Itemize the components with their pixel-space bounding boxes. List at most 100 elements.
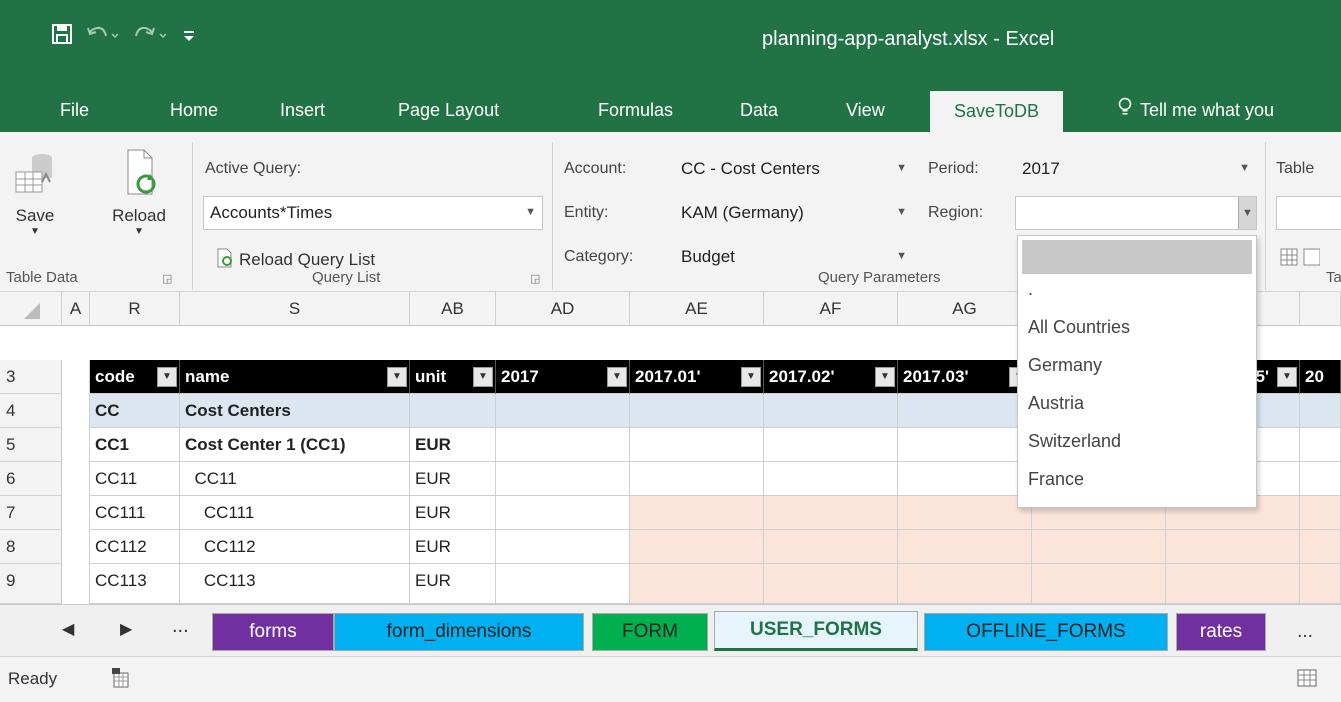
region-option-empty[interactable] xyxy=(1022,240,1252,274)
table-cell-code[interactable]: CC11 xyxy=(90,462,180,496)
save-button[interactable]: Save ▼ xyxy=(10,144,60,264)
input-cell[interactable] xyxy=(1032,530,1166,564)
input-cell[interactable] xyxy=(898,496,1032,530)
scroll-tabs-left-icon[interactable]: ◀ xyxy=(62,619,74,639)
table-header-cell[interactable]: unit ▼ xyxy=(410,360,496,394)
scroll-tabs-right-icon[interactable]: ▶ xyxy=(120,619,132,639)
table-cell[interactable] xyxy=(630,428,764,462)
table-cell-unit[interactable]: EUR xyxy=(410,428,496,462)
input-cell[interactable] xyxy=(898,530,1032,564)
region-option-dot[interactable]: . xyxy=(1018,278,1256,308)
normal-view-icon[interactable] xyxy=(1296,667,1318,694)
input-cell[interactable] xyxy=(630,530,764,564)
tab-insert[interactable]: Insert xyxy=(280,88,325,132)
sheet-tab-form-dimensions[interactable]: form_dimensions xyxy=(334,613,584,651)
customize-qat-icon[interactable] xyxy=(182,24,196,44)
column-header-r[interactable]: R xyxy=(90,292,180,326)
table-header-cell[interactable]: 20 xyxy=(1300,360,1341,394)
more-sheets-left[interactable]: ... xyxy=(172,615,189,638)
row-header-8[interactable]: 8 xyxy=(0,530,62,564)
filter-dropdown-icon[interactable]: ▼ xyxy=(741,367,761,387)
table-cell-name[interactable]: CC112 xyxy=(180,530,410,564)
table-cell[interactable] xyxy=(630,394,764,428)
tab-formulas[interactable]: Formulas xyxy=(598,88,673,132)
region-option-all-countries[interactable]: All Countries xyxy=(1018,308,1256,346)
region-option-germany[interactable]: Germany xyxy=(1018,346,1256,384)
input-cell[interactable] xyxy=(1300,496,1341,530)
dialog-launcher-icon[interactable]: ◲ xyxy=(162,272,172,285)
dialog-launcher-icon[interactable]: ◲ xyxy=(530,272,540,285)
table-select[interactable] xyxy=(1276,196,1341,230)
input-cell[interactable] xyxy=(630,496,764,530)
select-all-corner[interactable] xyxy=(0,292,62,326)
filter-dropdown-icon[interactable]: ▼ xyxy=(157,367,177,387)
table-cell-unit[interactable]: EUR xyxy=(410,462,496,496)
filter-dropdown-icon[interactable]: ▼ xyxy=(387,367,407,387)
tab-home[interactable]: Home xyxy=(170,88,218,132)
input-cell[interactable] xyxy=(1300,564,1341,604)
table-cell-unit[interactable]: EUR xyxy=(410,496,496,530)
table-header-cell[interactable]: 2017.02' ▼ xyxy=(764,360,898,394)
table-cell[interactable] xyxy=(496,496,630,530)
table-header-cell[interactable]: 2017 ▼ xyxy=(496,360,630,394)
period-select[interactable]: 2017 ▼ xyxy=(1015,152,1257,186)
table-cell[interactable] xyxy=(1300,394,1341,428)
filter-dropdown-icon[interactable]: ▼ xyxy=(1277,367,1297,387)
reload-button[interactable]: Reload ▼ xyxy=(106,144,172,264)
table-cell[interactable] xyxy=(898,462,1032,496)
region-option-austria[interactable]: Austria xyxy=(1018,384,1256,422)
account-select[interactable]: CC - Cost Centers ▼ xyxy=(674,152,914,186)
table-header-cell[interactable]: 2017.01' ▼ xyxy=(630,360,764,394)
column-header-ae[interactable]: AE xyxy=(630,292,764,326)
row-header-3[interactable]: 3 xyxy=(0,360,62,394)
table-header-cell[interactable]: 2017.03'▼ xyxy=(898,360,1032,394)
column-a-cells[interactable] xyxy=(62,360,90,604)
tab-savetodb[interactable]: SaveToDB xyxy=(930,91,1064,132)
save-icon[interactable] xyxy=(52,24,72,44)
tab-view[interactable]: View xyxy=(846,88,885,132)
column-header-ab[interactable]: AB xyxy=(410,292,496,326)
region-option-france[interactable]: France xyxy=(1018,460,1256,498)
column-header-af[interactable]: AF xyxy=(764,292,898,326)
undo-icon[interactable] xyxy=(86,24,120,44)
column-header-a[interactable]: A xyxy=(62,292,90,326)
table-cell-unit[interactable]: EUR xyxy=(410,530,496,564)
table-cell-code[interactable]: CC xyxy=(90,394,180,428)
row-header-5[interactable]: 5 xyxy=(0,428,62,462)
input-cell[interactable] xyxy=(764,496,898,530)
table-cell[interactable] xyxy=(898,394,1032,428)
sheet-tab-form[interactable]: FORM xyxy=(592,613,708,651)
table-cell[interactable] xyxy=(496,564,630,604)
column-header-ad[interactable]: AD xyxy=(496,292,630,326)
sheet-tab-offline-forms[interactable]: OFFLINE_FORMS xyxy=(924,613,1168,651)
table-cell[interactable] xyxy=(764,394,898,428)
filter-dropdown-icon[interactable]: ▼ xyxy=(473,367,493,387)
table-cell[interactable] xyxy=(898,428,1032,462)
table-cell-code[interactable]: CC112 xyxy=(90,530,180,564)
input-cell[interactable] xyxy=(1300,530,1341,564)
table-cell-name[interactable]: CC111 xyxy=(180,496,410,530)
input-cell[interactable] xyxy=(1032,564,1166,604)
table-cell[interactable] xyxy=(764,428,898,462)
table-cell[interactable] xyxy=(496,530,630,564)
sheet-tab-user-forms[interactable]: USER_FORMS xyxy=(714,611,918,651)
input-cell[interactable] xyxy=(764,564,898,604)
column-header-s[interactable]: S xyxy=(180,292,410,326)
table-grid-icon[interactable] xyxy=(1280,248,1321,273)
table-cell-name[interactable]: Cost Center 1 (CC1) xyxy=(180,428,410,462)
column-header[interactable] xyxy=(1300,292,1341,326)
table-cell-name[interactable]: CC11 xyxy=(180,462,410,496)
tab-page-layout[interactable]: Page Layout xyxy=(398,88,499,132)
input-cell[interactable] xyxy=(630,564,764,604)
table-cell[interactable] xyxy=(764,462,898,496)
redo-icon[interactable] xyxy=(134,24,168,44)
input-cell[interactable] xyxy=(898,564,1032,604)
table-cell[interactable] xyxy=(1300,462,1341,496)
table-cell-name[interactable]: CC113 xyxy=(180,564,410,604)
filter-dropdown-icon[interactable]: ▼ xyxy=(875,367,895,387)
tab-data[interactable]: Data xyxy=(740,88,778,132)
tab-file[interactable]: File xyxy=(60,88,89,132)
table-cell-name[interactable]: Cost Centers xyxy=(180,394,410,428)
table-cell[interactable] xyxy=(496,462,630,496)
region-select[interactable]: ▼ xyxy=(1015,196,1257,230)
